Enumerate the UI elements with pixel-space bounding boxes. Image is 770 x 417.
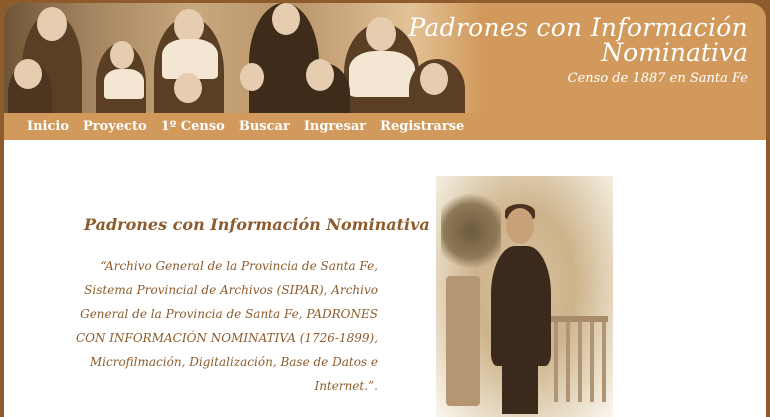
content-title: Padrones con Información Nominativa [84, 215, 430, 234]
quote-line: Microfilmación, Digitalización, Base de … [89, 355, 378, 369]
site-title-line-1: Padrones con Información [408, 13, 748, 42]
nav-proyecto[interactable]: Proyecto [76, 117, 154, 137]
nav-primer-censo[interactable]: 1º Censo [154, 117, 232, 137]
citation-quote: “Archivo General de la Provincia de Sant… [74, 254, 378, 398]
site-header: Padrones con Información Nominativa Cens… [4, 3, 766, 140]
site-title-line-2: Nominativa [601, 38, 748, 67]
quote-line: General de la Provincia de Santa Fe, PAD… [80, 307, 378, 321]
quote-line: “Archivo General de la Provincia de Sant… [100, 259, 378, 273]
nav-ingresar[interactable]: Ingresar [297, 117, 373, 137]
quote-line: CON INFORMACIÓN NOMINATIVA (1726-1899), [75, 331, 378, 345]
site-subtitle: Censo de 1887 en Santa Fe [567, 71, 748, 86]
quote-line: Sistema Provincial de Archivos (SIPAR), … [84, 283, 378, 297]
nav-buscar[interactable]: Buscar [232, 117, 297, 137]
main-nav: Inicio Proyecto 1º Censo Buscar Ingresar… [20, 117, 471, 137]
quote-line: Internet.”. [314, 379, 378, 393]
main-content: Padrones con Información Nominativa “Arc… [4, 140, 766, 417]
nav-inicio[interactable]: Inicio [20, 117, 76, 137]
nav-registrarse[interactable]: Registrarse [373, 117, 471, 137]
site-title-block: Padrones con Información Nominativa Cens… [408, 15, 748, 86]
page-frame: Padrones con Información Nominativa Cens… [0, 0, 770, 417]
boy-portrait-photo [436, 176, 613, 417]
